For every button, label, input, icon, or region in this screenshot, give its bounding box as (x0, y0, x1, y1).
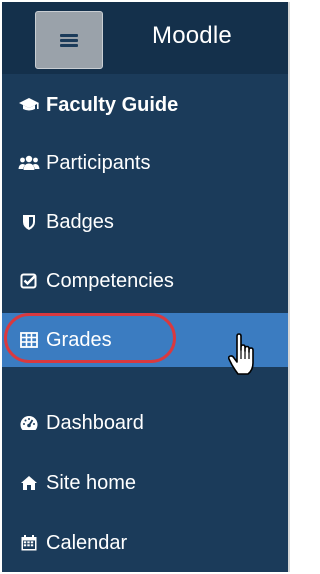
nav-item-badges[interactable]: Badges (2, 195, 288, 249)
nav-item-label: Participants (46, 151, 151, 174)
nav-item-label: Badges (46, 210, 114, 233)
hand-pointer-icon (227, 333, 258, 382)
shield-icon (18, 211, 40, 233)
nav-item-label: Competencies (46, 269, 174, 292)
nav-item-label: Calendar (46, 531, 128, 554)
nav-item-calendar[interactable]: Calendar (2, 516, 288, 570)
site-brand[interactable]: Moodle (152, 22, 232, 50)
checkbox-icon (18, 270, 40, 292)
nav-item-competencies[interactable]: Competencies (2, 254, 288, 308)
nav-item-participants[interactable]: Participants (2, 136, 288, 190)
nav-item-dashboard[interactable]: Dashboard (2, 396, 288, 450)
nav-item-faculty-guide[interactable]: Faculty Guide (2, 78, 288, 132)
nav-item-site-home[interactable]: Site home (2, 456, 288, 510)
nav-item-label: Dashboard (46, 411, 144, 434)
nav-item-label: Site home (46, 471, 137, 494)
nav-drawer: Moodle Faculty Guide Participants Badges (2, 2, 290, 572)
menu-toggle-button[interactable] (35, 11, 103, 69)
top-navbar: Moodle (2, 2, 288, 74)
hamburger-icon (60, 34, 78, 47)
home-icon (18, 472, 40, 494)
calendar-icon (18, 532, 40, 554)
users-icon (18, 152, 40, 174)
dashboard-icon (18, 412, 40, 434)
highlight-circle (4, 313, 176, 363)
nav-item-label: Faculty Guide (46, 93, 179, 116)
graduation-cap-icon (18, 94, 40, 116)
